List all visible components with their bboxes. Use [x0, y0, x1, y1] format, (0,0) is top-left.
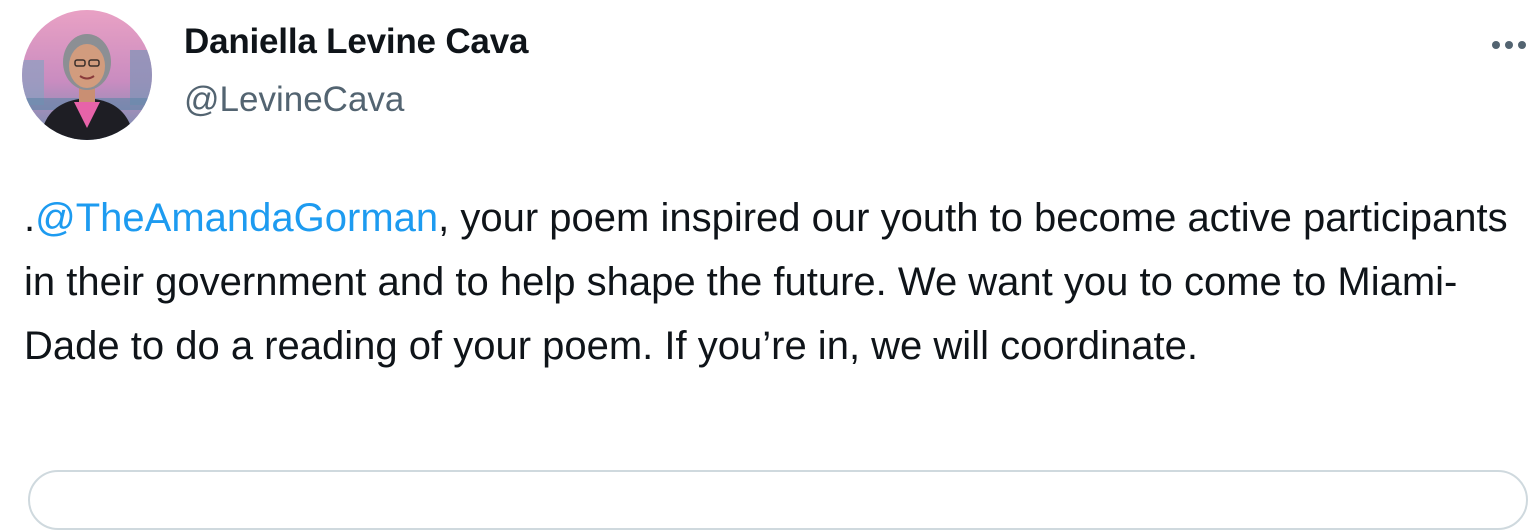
author-display-name[interactable]: Daniella Levine Cava — [184, 22, 528, 62]
tweet-prefix: . — [24, 196, 36, 240]
tweet-card: Daniella Levine Cava @LevineCava .@TheAm… — [0, 0, 1537, 530]
mention-link[interactable]: @TheAmandaGorman — [35, 196, 438, 240]
more-options-button[interactable] — [1486, 30, 1532, 60]
author-handle[interactable]: @LevineCava — [184, 80, 404, 120]
more-horizontal-icon — [1492, 41, 1526, 49]
embedded-card[interactable] — [28, 470, 1528, 530]
tweet-text: .@TheAmandaGorman, your poem inspired ou… — [24, 186, 1529, 378]
avatar-photo-icon — [22, 10, 152, 140]
avatar[interactable] — [22, 10, 152, 140]
